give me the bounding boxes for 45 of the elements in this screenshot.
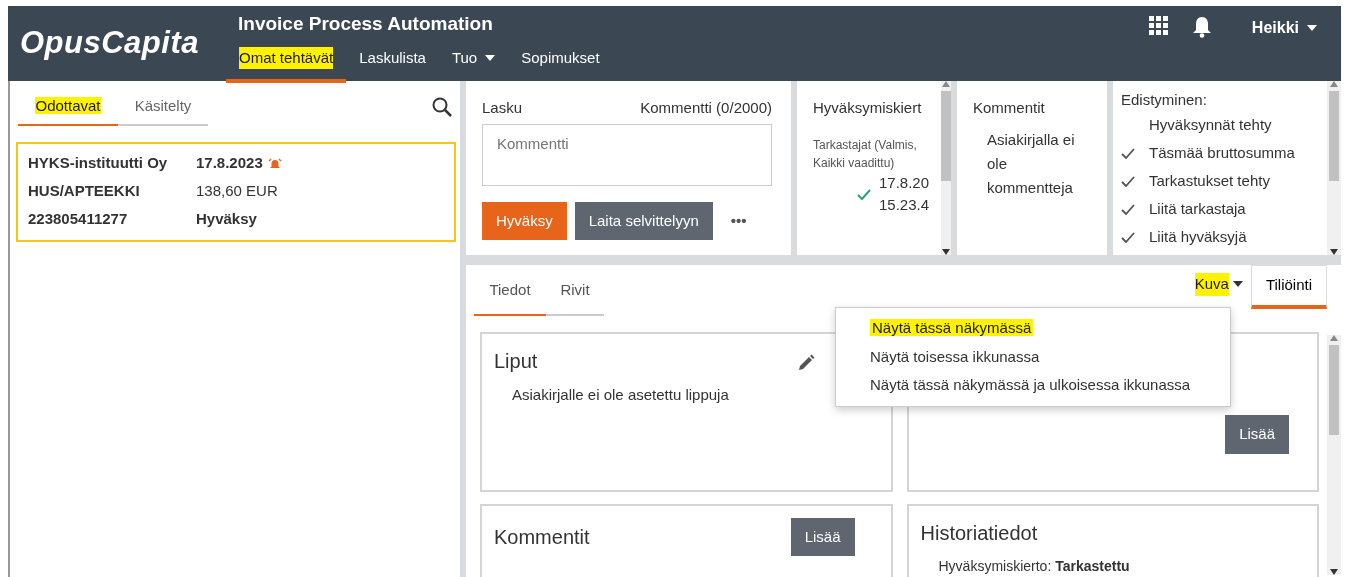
card-title: Kommentit bbox=[494, 524, 590, 550]
comment-field[interactable]: Kommentti bbox=[482, 123, 772, 186]
nav-link[interactable]: Sopimukset bbox=[508, 38, 613, 83]
more-button[interactable]: ••• bbox=[724, 208, 753, 233]
menu-item[interactable]: Näytä tässä näkymässä ja ulkoisessa ikkunassa bbox=[836, 371, 1225, 400]
progress-step: Hyväksynnät tehty bbox=[1149, 114, 1272, 137]
task-field: HYKS-instituutti Oy bbox=[28, 152, 196, 175]
field-label: Lasku bbox=[482, 98, 523, 118]
side-tab[interactable]: Tiliöinti bbox=[1250, 265, 1327, 309]
add-button[interactable]: Lisää bbox=[1225, 415, 1289, 454]
menu-item[interactable]: Näytä tässä näkymässä bbox=[836, 314, 1068, 343]
approval-date: 17.8.20 bbox=[879, 172, 930, 193]
menu-item[interactable]: Näytä toisessa ikkunassa bbox=[836, 342, 1074, 371]
list-tab[interactable]: Käsitelty bbox=[118, 89, 208, 126]
detail-tab[interactable]: Rivit bbox=[546, 265, 604, 316]
panel-title: Edistyminen: bbox=[1121, 90, 1208, 110]
panel-title: Kommentit bbox=[973, 98, 1046, 118]
task-field: Hyväksy bbox=[196, 208, 257, 231]
add-button[interactable]: Lisää bbox=[790, 517, 855, 556]
task-field: 17.8.2023 bbox=[196, 152, 263, 175]
logo: OpusCapita bbox=[19, 24, 200, 63]
nav-dropdown[interactable]: Tuo bbox=[438, 38, 509, 83]
list-tab[interactable]: Odottavat bbox=[18, 89, 118, 126]
clarify-button[interactable]: Laita selvittelyyn bbox=[574, 201, 713, 240]
nav-link[interactable]: Laskulista bbox=[346, 38, 439, 83]
task-field: HUS/APTEEKKI bbox=[28, 180, 196, 203]
comment-counter: Kommentti (0/2000) bbox=[640, 98, 772, 118]
card-title: Liput bbox=[494, 348, 538, 374]
user-menu[interactable]: Heikki bbox=[1251, 16, 1317, 40]
task-field: 138,60 EUR bbox=[196, 180, 278, 203]
card-text: Hyväksymiskierto: Tarkastettu bbox=[937, 556, 1131, 576]
progress-step: Tarkastukset tehty bbox=[1149, 170, 1270, 193]
panel-title: Hyväksymiskiert bbox=[813, 98, 923, 118]
progress-step: Liitä tarkastaja bbox=[1149, 198, 1246, 221]
approval-time: 15.23.4 bbox=[879, 195, 930, 215]
task-card[interactable]: HYKS-instituutti Oy 17.8.2023 HUS/APTEEKKI 138,60 EUR 223805411277 Hyväksy bbox=[16, 141, 456, 242]
task-field: 223805411277 bbox=[28, 208, 196, 231]
detail-tab[interactable]: Tiedot bbox=[474, 265, 546, 316]
progress-step: Täsmää bruttosumma bbox=[1149, 142, 1295, 165]
approval-group: Tarkastajat (Valmis, Kaikki vaadittu) bbox=[813, 135, 941, 172]
nav-link[interactable]: Omat tehtävät bbox=[226, 38, 347, 83]
card-title: Historiatiedot bbox=[920, 520, 1038, 546]
app-title: Invoice Process Automation bbox=[237, 12, 494, 36]
empty-comments-text: Asiakirjalla ei ole kommentteja bbox=[986, 129, 1076, 198]
progress-step: Liitä hyväksyjä bbox=[1149, 226, 1247, 249]
